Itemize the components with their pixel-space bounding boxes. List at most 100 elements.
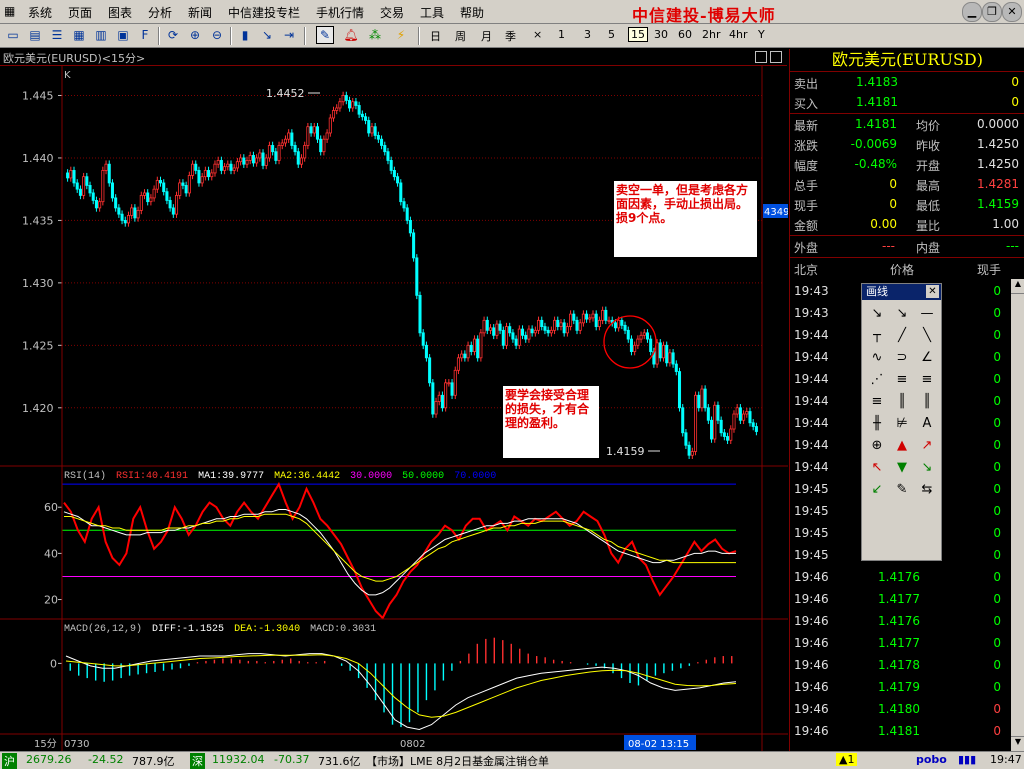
drawing-tool-button[interactable]: — [916,304,938,324]
chart-area[interactable]: 1.4451.4401.4351.4301.4251.420 604020 0 … [0,66,788,751]
period-quarter[interactable]: 季 [505,28,516,44]
menu-analysis[interactable]: 分析 [148,4,172,21]
tick-row[interactable]: 19:46 1.4176 0 [790,567,1024,587]
minimize-icon[interactable]: ▁ [962,2,982,22]
refresh-icon[interactable]: ⟳ [164,26,182,44]
drawing-palette[interactable]: 画线 ✕ ↘ ↘ — ┬ ╱ ╲ ∿ ⊃ ∠ ⋰ ≡ ≡ ≡ ║ ║ ╫ ⊭ A ⊕ ▲ ↗ ↖ ▼ ↘ ↙ ✎ ⇆ [861,283,942,561]
period-15min[interactable]: 15 [628,27,648,42]
drawing-palette-title[interactable]: 画线 ✕ [862,284,941,300]
drawing-tool-button[interactable]: A [916,414,938,434]
scroll-up-icon[interactable]: ▲ [1011,279,1024,294]
table-icon[interactable]: ▥ [92,26,110,44]
period-1min[interactable]: 1 [558,28,565,41]
tick-volume: 0 [993,306,1001,320]
annotation-note-1[interactable]: 卖空一单，但是考虑各方面因素，手动止损出局。损9个点。 [614,181,757,257]
lightning-icon[interactable]: ⚡︎ [392,26,410,44]
drawing-tool-button[interactable]: ⊭ [891,414,913,434]
list-icon[interactable]: ☰ [48,26,66,44]
period-week[interactable]: 周 [455,28,466,44]
drawing-tool-button[interactable]: ↙ [866,480,888,500]
drawing-tool-button[interactable]: ∠ [916,348,938,368]
window-icon[interactable]: ▭ [4,26,22,44]
drawing-tool-button[interactable]: ↗ [916,436,938,456]
menu-chart[interactable]: 图表 [108,4,132,21]
period-30min[interactable]: 30 [654,28,668,41]
price-tick-label: 1.440 [22,152,54,165]
tick-row[interactable]: 19:46 1.4177 0 [790,633,1024,653]
close-icon[interactable]: ✕ [1002,2,1022,22]
menu-mobile-quotes[interactable]: 手机行情 [316,4,364,21]
period-year[interactable]: Y [758,28,765,41]
menu-trade[interactable]: 交易 [380,4,404,21]
f10-icon[interactable]: F [136,26,154,44]
app-icon[interactable]: ▦ [4,4,15,18]
news-ticker[interactable]: 【市场】LME 8月2日基金属注销仓单 [366,753,549,769]
drawing-tool-button[interactable]: ✎ [891,480,913,500]
restore-icon[interactable]: ❐ [982,2,1002,22]
macd-readout-diff: DIFF:-1.1525 [152,624,224,635]
maximize-chart-icon[interactable] [755,51,767,63]
drawing-tool-button[interactable]: ║ [891,392,913,412]
drawing-tool-button[interactable]: ⊃ [891,348,913,368]
tick-scrollbar[interactable]: ▲ ▼ [1011,279,1024,751]
drawing-tool-button[interactable]: ▲ [891,436,913,456]
period-2hr[interactable]: 2hr [702,28,721,41]
drawing-tool-button[interactable]: ║ [916,392,938,412]
alarm-icon[interactable]: 🔔︎ [342,26,360,44]
tick-row[interactable]: 19:46 1.4180 0 [790,699,1024,719]
tick-row[interactable]: 19:46 1.4178 0 [790,655,1024,675]
drawing-tool-button[interactable]: ↘ [866,304,888,324]
drawing-tool-button[interactable]: ≡ [916,370,938,390]
candle [258,152,262,159]
tick-row[interactable]: 19:46 1.4181 0 [790,721,1024,741]
arrow-icon[interactable]: ↘ [258,26,276,44]
drawing-tool-button[interactable]: ▼ [891,458,913,478]
drawing-tool-button[interactable]: ⇆ [916,480,938,500]
menu-news[interactable]: 新闻 [188,4,212,21]
drawing-tool-button[interactable]: ⊕ [866,436,888,456]
chart-type-icon[interactable]: ▮ [236,26,254,44]
drawing-tool-button[interactable]: ┬ [866,326,888,346]
menu-page[interactable]: 页面 [68,4,92,21]
drawing-tool-button[interactable]: ↘ [916,458,938,478]
drawing-tool-button[interactable]: ≡ [891,370,913,390]
menu-citic-column[interactable]: 中信建投专栏 [228,4,300,21]
close-palette-icon[interactable]: ✕ [926,285,939,298]
tick-row[interactable]: 19:46 1.4176 0 [790,611,1024,631]
menu-help[interactable]: 帮助 [460,4,484,21]
zoom-in-icon[interactable]: ⊕ [186,26,204,44]
drawing-tool-button[interactable]: ∿ [866,348,888,368]
drawing-tool-button[interactable]: ↖ [866,458,888,478]
period-x[interactable]: × [533,28,542,41]
drawing-tool-button[interactable]: ≡ [866,392,888,412]
close-chart-icon[interactable] [770,51,782,63]
indicator-icon[interactable]: ⁂ [366,26,384,44]
period-60min[interactable]: 60 [678,28,692,41]
drawing-tool-button[interactable]: ╲ [916,326,938,346]
scroll-down-icon[interactable]: ▼ [1011,736,1024,751]
export-icon[interactable]: ⇥ [280,26,298,44]
menu-tools[interactable]: 工具 [420,4,444,21]
draw-line-icon[interactable]: ✎ [316,26,334,44]
period-day[interactable]: 日 [430,28,441,44]
period-3min[interactable]: 3 [584,28,591,41]
period-5min[interactable]: 5 [608,28,615,41]
candle [200,176,204,184]
candle [501,329,505,346]
drawing-tool-button[interactable]: ⋰ [866,370,888,390]
report-icon[interactable]: ▣ [114,26,132,44]
menu-system[interactable]: 系统 [28,4,52,21]
annotation-note-2[interactable]: 要学会接受合理的损失，才有合理的盈利。 [503,386,599,458]
tick-volume: 0 [993,636,1001,650]
tile-icon[interactable]: ▤ [26,26,44,44]
drawing-tool-button[interactable]: ↘ [891,304,913,324]
tick-row[interactable]: 19:46 1.4177 0 [790,589,1024,609]
drawing-tool-button[interactable]: ╫ [866,414,888,434]
grid-icon[interactable]: ▦ [70,26,88,44]
alert-badge[interactable]: ▲1 [836,753,858,766]
tick-row[interactable]: 19:46 1.4179 0 [790,677,1024,697]
zoom-out-icon[interactable]: ⊖ [208,26,226,44]
period-4hr[interactable]: 4hr [729,28,748,41]
period-month[interactable]: 月 [481,28,492,44]
drawing-tool-button[interactable]: ╱ [891,326,913,346]
